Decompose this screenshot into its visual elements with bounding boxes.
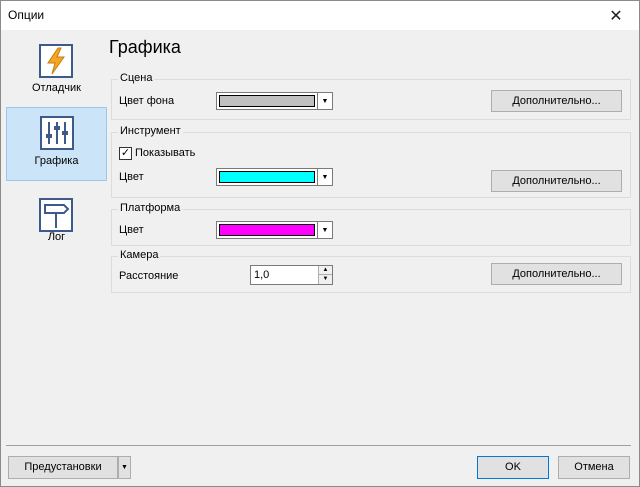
chevron-down-icon[interactable]: ▼ — [317, 222, 332, 238]
scene-advanced-button[interactable]: Дополнительно... — [491, 90, 622, 112]
show-tool-checkbox[interactable]: ✓ — [119, 147, 132, 160]
platform-group: Платформа Цвет ▼ — [111, 202, 631, 246]
tool-advanced-button[interactable]: Дополнительно... — [491, 170, 622, 192]
background-color-picker[interactable]: ▼ — [216, 92, 333, 110]
background-color-label: Цвет фона — [119, 95, 175, 107]
options-dialog: Опции ✕ Отладчик Графика Лог Графика Сце… — [0, 0, 640, 487]
distance-spinbox[interactable]: ▲ ▼ — [250, 265, 333, 285]
camera-group: Камера Расстояние ▲ ▼ Дополнительно... — [111, 249, 631, 293]
scene-group-title: Сцена — [118, 72, 155, 84]
ok-button[interactable]: OK — [477, 456, 549, 479]
distance-label: Расстояние — [119, 270, 179, 282]
cancel-button[interactable]: Отмена — [558, 456, 630, 479]
background-color-swatch — [219, 95, 315, 107]
camera-advanced-button[interactable]: Дополнительно... — [491, 263, 622, 285]
platform-color-picker[interactable]: ▼ — [216, 221, 333, 239]
sidebar-item-label: Графика — [34, 155, 79, 167]
distance-spin-buttons: ▲ ▼ — [318, 266, 332, 284]
sidebar-item-log[interactable]: Лог — [6, 190, 107, 264]
camera-group-title: Камера — [118, 249, 161, 261]
tool-color-label: Цвет — [119, 171, 144, 183]
distance-input[interactable] — [251, 266, 317, 284]
platform-group-title: Платформа — [118, 202, 183, 214]
spin-up-icon[interactable]: ▲ — [318, 266, 332, 275]
tool-group-title: Инструмент — [118, 125, 183, 137]
tool-color-swatch — [219, 171, 315, 183]
signpost-icon — [39, 198, 73, 232]
sidebar-item-label: Лог — [47, 231, 66, 243]
tool-group: Инструмент ✓ Показывать Цвет ▼ Дополните… — [111, 125, 631, 198]
scene-group: Сцена Цвет фона ▼ Дополнительно... — [111, 72, 631, 120]
sidebar: Отладчик Графика Лог — [6, 36, 107, 443]
lightning-icon — [39, 44, 73, 78]
show-tool-label: Показывать — [135, 147, 196, 159]
close-icon[interactable]: ✕ — [593, 1, 639, 30]
sidebar-item-debugger[interactable]: Отладчик — [6, 36, 107, 110]
spin-down-icon[interactable]: ▼ — [318, 275, 332, 284]
window-title: Опции — [8, 8, 45, 22]
page-title: Графика — [109, 37, 181, 57]
chevron-down-icon[interactable]: ▼ — [317, 169, 332, 185]
platform-color-label: Цвет — [119, 224, 144, 236]
platform-color-swatch — [219, 224, 315, 236]
sidebar-item-graphics[interactable]: Графика — [6, 107, 107, 181]
chevron-down-icon[interactable]: ▼ — [118, 456, 131, 479]
title-bar: Опции ✕ — [1, 1, 639, 30]
footer-divider — [6, 445, 631, 446]
sliders-icon — [40, 116, 74, 150]
tool-color-picker[interactable]: ▼ — [216, 168, 333, 186]
chevron-down-icon[interactable]: ▼ — [317, 93, 332, 109]
sidebar-item-label: Отладчик — [32, 82, 81, 94]
presets-button[interactable]: Предустановки — [8, 456, 118, 479]
